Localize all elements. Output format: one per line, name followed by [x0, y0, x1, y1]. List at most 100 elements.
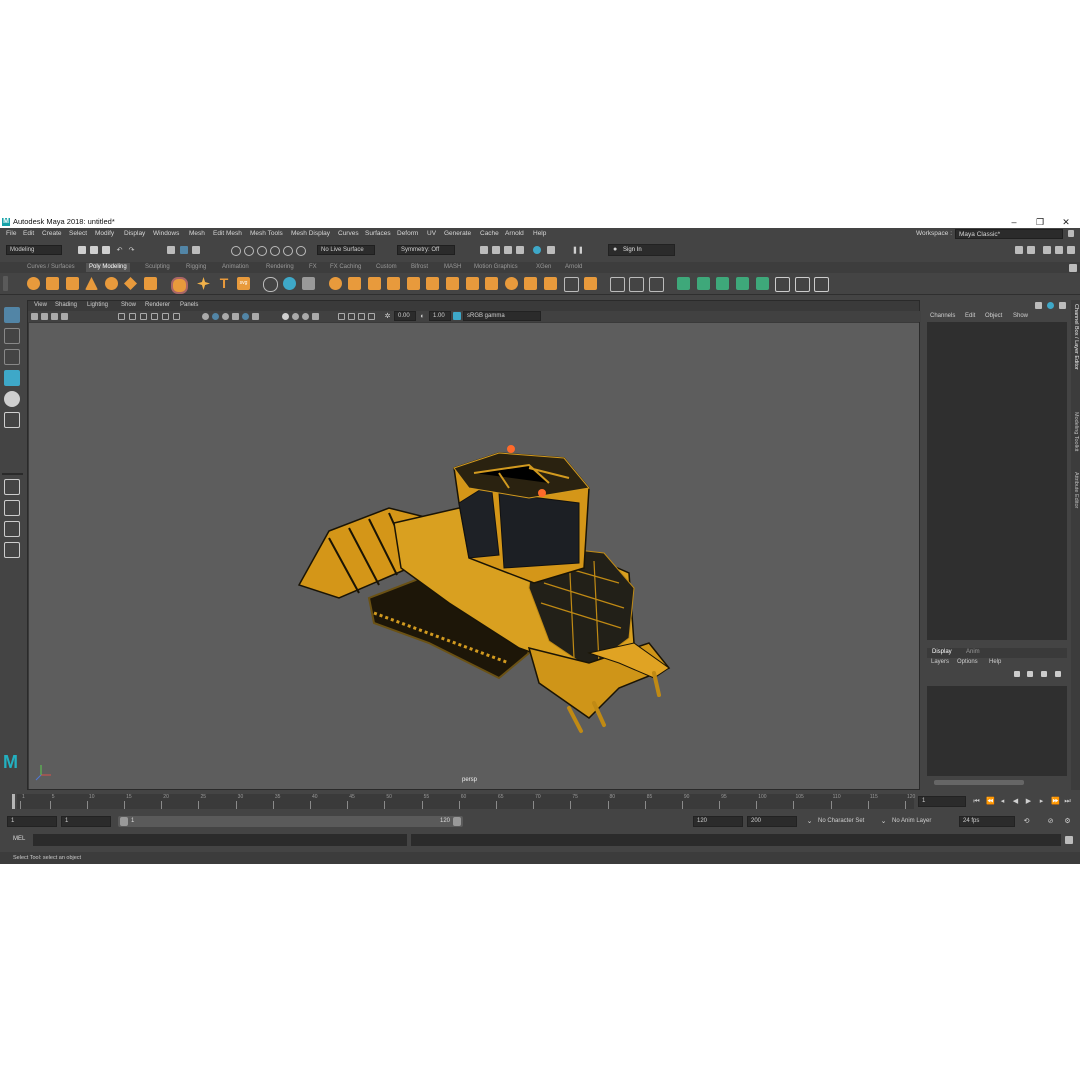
ipr-render-icon[interactable] — [492, 246, 500, 254]
channel-box-layout-icon[interactable] — [1035, 302, 1042, 309]
menu-display[interactable]: Display — [124, 230, 145, 237]
uv-editor-icon[interactable] — [677, 277, 690, 290]
smooth-icon[interactable] — [302, 277, 315, 290]
mirror-icon[interactable] — [446, 277, 459, 290]
menu-uv[interactable]: UV — [427, 230, 436, 237]
tab-motion-graphics[interactable]: Motion Graphics — [474, 264, 518, 270]
panel-menu-lighting[interactable]: Lighting — [87, 302, 108, 308]
menu-deform[interactable]: Deform — [397, 230, 418, 237]
save-scene-icon[interactable] — [102, 246, 110, 254]
wireframe-on-shaded-icon[interactable] — [222, 313, 229, 320]
step-back-key-icon[interactable]: ⏪ — [986, 798, 995, 805]
channels-menu-object[interactable]: Object — [985, 313, 1002, 319]
panel-menu-panels[interactable]: Panels — [180, 302, 198, 308]
poke-icon[interactable] — [564, 277, 579, 292]
ambient-occlusion-icon[interactable] — [282, 313, 289, 320]
command-input[interactable] — [33, 834, 407, 846]
new-scene-icon[interactable] — [78, 246, 86, 254]
new-layer-selected-icon[interactable] — [1055, 671, 1061, 677]
select-hierarchy-icon[interactable] — [167, 246, 175, 254]
tab-sculpting[interactable]: Sculpting — [145, 264, 170, 270]
menu-help[interactable]: Help — [533, 230, 546, 237]
character-set-icon[interactable]: ⌄ — [806, 818, 813, 825]
tab-arnold[interactable]: Arnold — [565, 264, 582, 270]
pause-icon[interactable]: ❚❚ — [572, 247, 584, 254]
side-tab-modeling-toolkit[interactable]: Modeling Toolkit — [1073, 412, 1079, 451]
auto-map-icon[interactable] — [756, 277, 769, 290]
playback-start-field[interactable]: 1 — [61, 816, 111, 827]
single-perspective-view-icon[interactable] — [4, 479, 20, 495]
smooth-shade-icon[interactable] — [212, 313, 219, 320]
tab-rendering[interactable]: Rendering — [266, 264, 294, 270]
resolution-gate-icon[interactable] — [140, 313, 147, 320]
select-component-icon[interactable] — [192, 246, 200, 254]
menu-surfaces[interactable]: Surfaces — [365, 230, 391, 237]
exposure-field[interactable]: 0.00 — [394, 311, 416, 321]
select-tool-icon[interactable] — [4, 307, 20, 323]
menu-cache[interactable]: Cache — [480, 230, 499, 237]
tab-rigging[interactable]: Rigging — [186, 264, 206, 270]
tool-settings-icon[interactable] — [1055, 246, 1063, 254]
tab-display[interactable]: Display — [932, 649, 952, 655]
channels-menu-channels[interactable]: Channels — [930, 313, 955, 319]
open-scene-icon[interactable] — [90, 246, 98, 254]
attribute-editor-icon[interactable] — [1043, 246, 1051, 254]
move-layer-down-icon[interactable] — [1027, 671, 1033, 677]
tab-fx-caching[interactable]: FX Caching — [330, 264, 361, 270]
loop-icon[interactable]: ⟲ — [1023, 818, 1030, 825]
poly-type-icon[interactable]: T — [217, 276, 231, 291]
textured-icon[interactable] — [232, 313, 239, 320]
viewport-3d[interactable]: persp — [29, 323, 919, 789]
tab-curves-surfaces[interactable]: Curves / Surfaces — [27, 264, 75, 270]
sew-uv-icon[interactable] — [814, 277, 829, 292]
layer-scrollbar[interactable] — [934, 780, 1024, 785]
current-time-marker[interactable] — [12, 794, 15, 809]
menu-modify[interactable]: Modify — [95, 230, 114, 237]
fill-hole-icon[interactable] — [407, 277, 420, 290]
rotate-tool-icon[interactable] — [4, 391, 20, 407]
collapse-icon[interactable] — [485, 277, 498, 290]
play-forwards-icon[interactable]: ▶ — [1025, 798, 1032, 805]
snap-curve-icon[interactable] — [244, 246, 254, 256]
animation-end-field[interactable]: 200 — [747, 816, 797, 827]
film-gate-icon[interactable] — [129, 313, 136, 320]
layers-menu-help[interactable]: Help — [989, 659, 1001, 665]
shelf-settings-icon[interactable] — [1069, 264, 1077, 272]
go-to-end-icon[interactable]: ⏭ — [1064, 798, 1071, 805]
isolate-select-icon[interactable] — [338, 313, 345, 320]
snap-surface-icon[interactable] — [283, 246, 293, 256]
super-shape-icon[interactable] — [197, 277, 210, 290]
poly-plane-icon[interactable] — [124, 277, 137, 290]
edge-loop-icon[interactable] — [649, 277, 664, 292]
playback-end-field[interactable]: 120 — [693, 816, 743, 827]
color-management-icon[interactable] — [453, 312, 461, 320]
time-slider-track[interactable]: 1 5 10 15 20 25 30 35 40 45 50 55 60 65 70 75 80 85 90 95 10… — [12, 794, 915, 809]
panel-menu-show[interactable]: Show — [121, 302, 136, 308]
gamma-field[interactable]: 1.00 — [429, 311, 451, 321]
poly-cone-icon[interactable] — [85, 277, 98, 290]
arnold-render-icon[interactable] — [533, 246, 541, 254]
anim-layer-icon[interactable]: ⌄ — [880, 818, 887, 825]
range-slider-bar[interactable]: 1 120 — [118, 816, 463, 827]
menu-create[interactable]: Create — [42, 230, 62, 237]
render-view-icon[interactable] — [547, 246, 555, 254]
append-icon[interactable] — [387, 277, 400, 290]
live-surface-field[interactable]: No Live Surface — [317, 245, 375, 255]
panel-menu-view[interactable]: View — [34, 302, 47, 308]
poly-disc-icon[interactable] — [144, 277, 157, 290]
channels-menu-show[interactable]: Show — [1013, 313, 1028, 319]
tab-custom[interactable]: Custom — [376, 264, 397, 270]
layers-menu-options[interactable]: Options — [957, 659, 978, 665]
tab-xgen[interactable]: XGen — [536, 264, 551, 270]
snap-view-icon[interactable] — [296, 246, 306, 256]
xray-icon[interactable] — [348, 313, 355, 320]
wedge-icon[interactable] — [584, 277, 597, 290]
menu-generate[interactable]: Generate — [444, 230, 471, 237]
menu-windows[interactable]: Windows — [153, 230, 179, 237]
two-view-icon[interactable] — [4, 521, 20, 537]
snap-plane-icon[interactable] — [270, 246, 280, 256]
minimize-button[interactable]: – — [1002, 216, 1026, 228]
bridge-icon[interactable] — [329, 277, 342, 290]
snap-point-icon[interactable] — [257, 246, 267, 256]
extrude-icon[interactable] — [348, 277, 361, 290]
